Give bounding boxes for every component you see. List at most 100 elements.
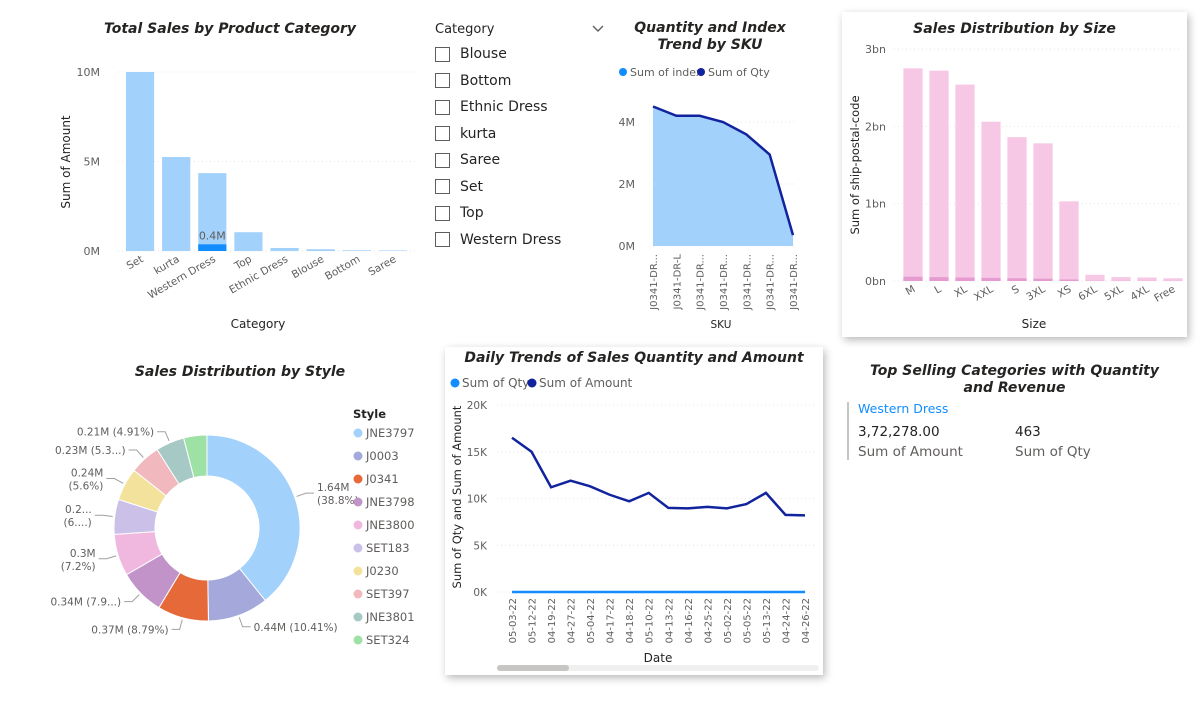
- y-tick-label: 0bn: [865, 275, 886, 288]
- category-sales-chart[interactable]: 0M5M10MSet kurta0.4MWestern Dress TopEthni…: [40, 12, 420, 337]
- x-tick-label: 04-16-22: [684, 598, 695, 643]
- x-tick-label: XL: [952, 283, 969, 300]
- bar: [1033, 143, 1053, 281]
- x-tick-label: 05-03-22: [508, 598, 519, 643]
- daily-trends-visual[interactable]: Daily Trends of Sales Quantity and Amoun…: [445, 347, 823, 675]
- x-tick-label: M: [904, 283, 918, 298]
- bar: [306, 249, 335, 251]
- x-tick-label: Top: [232, 253, 255, 273]
- y-tick-label: 10M: [77, 66, 101, 79]
- bar: [1163, 278, 1183, 281]
- bar-highlight: [198, 244, 227, 251]
- data-label: (38.8%): [317, 495, 359, 507]
- checkbox[interactable]: [435, 99, 450, 115]
- x-tick-label: 04-13-22: [664, 598, 675, 643]
- y-tick-label: 5K: [473, 540, 488, 552]
- slicer-item-label: Ethnic Dress: [460, 99, 548, 115]
- bar: [1085, 274, 1105, 281]
- checkbox[interactable]: [435, 179, 450, 194]
- y-axis-title: Sum of ship-postal-code: [848, 95, 862, 234]
- size-distribution-visual[interactable]: Sales Distribution by Size 0bn 1bn 2bn 3bn M…: [842, 12, 1187, 337]
- bar-overlay: [1007, 278, 1027, 281]
- checkbox[interactable]: [435, 152, 450, 168]
- card-category: Western Dress: [858, 401, 949, 416]
- x-tick-label: 05-13-22: [762, 598, 773, 643]
- x-tick-label: 04-24-22: [781, 598, 792, 643]
- legend-dot: [353, 566, 363, 576]
- x-tick-label: Bottom: [323, 253, 362, 283]
- x-tick-label: 05-10-22: [645, 598, 656, 643]
- legend-label: JNE3797: [365, 426, 415, 440]
- checkbox[interactable]: [435, 126, 450, 141]
- bar: [1059, 201, 1079, 281]
- x-tick-label: J0341-DR...: [649, 254, 660, 311]
- legend-title: Style: [353, 407, 386, 421]
- category-slicer[interactable]: Category Blouse Bottom Ethnic Dress kurta Sa…: [435, 20, 610, 260]
- legend-dot: [353, 451, 363, 461]
- sku-trend-visual[interactable]: Quantity and Index Trend by SKU Sum of i…: [605, 12, 815, 337]
- bar: [234, 232, 263, 251]
- y-tick-label: 0K: [473, 587, 488, 599]
- slicer-title: Category: [435, 22, 495, 37]
- slicer-item[interactable]: Bottom: [435, 70, 511, 92]
- slicer-item[interactable]: kurta: [435, 123, 496, 145]
- slicer-item-label: Bottom: [460, 72, 512, 89]
- data-label: 0.3M: [70, 548, 96, 560]
- bar: [981, 121, 1001, 282]
- leader-line: [171, 619, 183, 630]
- category-sales-visual[interactable]: Total Sales by Product Category 0M 5M 10M S…: [40, 12, 420, 337]
- slicer-item[interactable]: Top: [435, 202, 484, 224]
- x-tick-label: XXL: [972, 283, 996, 304]
- bar: [162, 157, 191, 251]
- x-tick-label: J0341-DR...: [766, 254, 777, 311]
- slicer-item[interactable]: Ethnic Dress: [435, 96, 548, 118]
- checkbox[interactable]: [435, 232, 450, 247]
- slicer-item[interactable]: Set: [435, 176, 483, 198]
- legend-dot: [353, 589, 363, 599]
- legend-label: J0341: [365, 472, 399, 486]
- x-tick-label: Set: [125, 253, 146, 272]
- legend-label: JNE3801: [365, 610, 415, 624]
- bar: [1137, 277, 1157, 281]
- legend-label: Sum of Qty: [462, 376, 529, 390]
- x-tick-label: J0341-DR...: [696, 254, 707, 311]
- y-tick-label: 15K: [467, 447, 488, 459]
- data-label: 0.44M (10.41%): [254, 622, 338, 634]
- style-distribution-visual[interactable]: Sales Distribution by Style 1.64M (38.8%)…: [20, 355, 440, 675]
- checkbox[interactable]: [435, 205, 450, 221]
- slicer-item[interactable]: Western Dress: [435, 229, 561, 251]
- scrollbar-thumb[interactable]: [497, 665, 569, 671]
- card-qty-label: Sum of Qty: [1015, 444, 1091, 460]
- horizontal-scrollbar[interactable]: [497, 665, 819, 671]
- data-label: (6....): [64, 517, 92, 529]
- sku-trend-chart[interactable]: Sum of index Sum of Qty 0M 2M 4M J0341-DR... J…: [605, 12, 815, 337]
- legend-dot: [697, 68, 705, 76]
- bar-overlay: [929, 277, 949, 281]
- x-tick-label: J0341-DR...: [789, 254, 800, 311]
- x-axis-title: Category: [231, 317, 286, 331]
- legend-dot: [353, 497, 363, 507]
- bar-overlay: [981, 277, 1001, 281]
- x-tick-label: 04-26-22: [801, 598, 812, 643]
- slicer-item[interactable]: Blouse: [435, 43, 507, 65]
- slicer-item[interactable]: Saree: [435, 149, 500, 171]
- x-tick-label: J0341-DR...: [742, 254, 753, 311]
- y-tick-label: 2M: [619, 178, 636, 191]
- legend-dot: [353, 635, 363, 645]
- checkbox[interactable]: [435, 73, 450, 88]
- slicer-item-label: Set: [460, 178, 483, 195]
- data-label: 0.23M (5.3...): [55, 445, 126, 457]
- x-tick-label: XS: [1055, 283, 1073, 300]
- leader-line: [106, 478, 124, 484]
- bar: [378, 250, 408, 251]
- x-tick-label: 4XL: [1128, 283, 1151, 303]
- chevron-down-icon[interactable]: [591, 20, 605, 34]
- style-distribution-chart[interactable]: 1.64M(38.8%) 0.44M (10.41%) 0.37M (8.79%) 0…: [20, 355, 440, 675]
- size-distribution-chart[interactable]: 0bn 1bn 2bn 3bn M L XL XXL S 3XL XS 6XL 5XL 4XL Free Su…: [842, 12, 1187, 337]
- x-tick-label: Blouse: [290, 253, 326, 281]
- daily-trends-chart[interactable]: Sum of Qty Sum of Amount 0K 5K 10K 15K 20K 05-0…: [445, 347, 823, 675]
- leader-line: [128, 449, 144, 458]
- legend-dot: [353, 428, 363, 438]
- checkbox[interactable]: [435, 46, 450, 62]
- bar-overlay: [1033, 278, 1053, 281]
